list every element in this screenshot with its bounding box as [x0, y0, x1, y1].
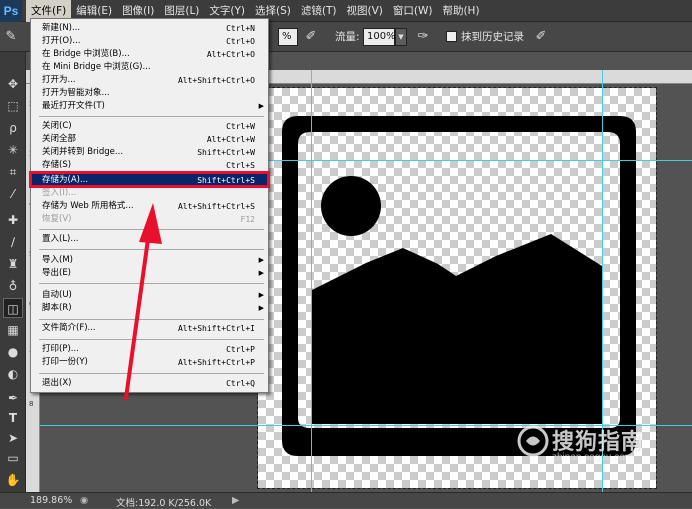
watermark: 搜狗指南 zhinan.sogou.com — [516, 420, 686, 470]
sogou-logo-icon — [517, 425, 549, 457]
watermark-url: zhinan.sogou.com — [552, 452, 634, 463]
